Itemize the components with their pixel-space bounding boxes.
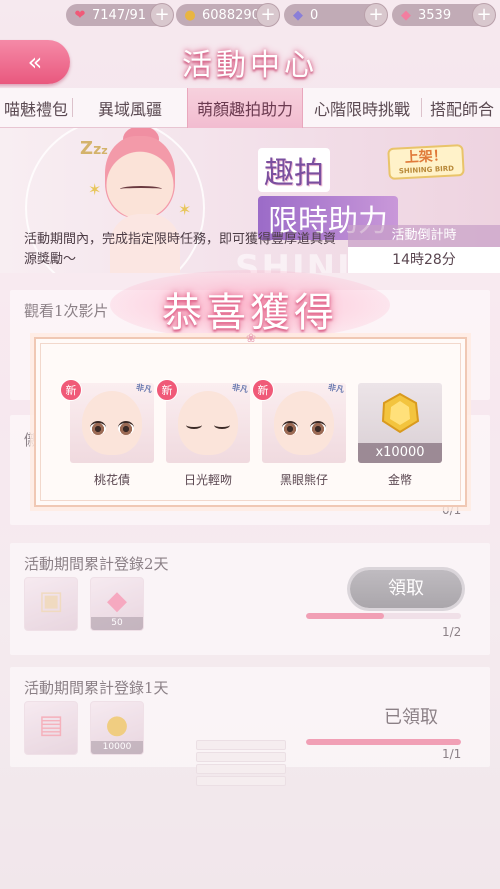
new-badge: 新 — [60, 379, 82, 401]
pink-diamond-icon: ◆ — [401, 7, 411, 23]
banner-description: 活動期間內，完成指定限時任務，即可獲得豐厚道具資源獎勵～ — [24, 232, 337, 267]
add-pink-diamond-button[interactable]: + — [472, 3, 496, 27]
add-diamond-button[interactable]: + — [364, 3, 388, 27]
gold-coin-icon — [381, 392, 420, 434]
eye-icon — [282, 421, 298, 435]
on-sale-label: 上架！ — [404, 147, 448, 167]
reward-card[interactable]: 非凡 新 黑眼熊仔 — [252, 379, 346, 488]
reward-name: 日光輕吻 — [183, 473, 232, 487]
makeup-face-icon — [82, 391, 142, 455]
on-sale-sub: SHINING BIRD — [398, 164, 455, 176]
diamond-icon: ◆ — [293, 7, 303, 23]
eye-icon — [90, 421, 106, 435]
makeup-face-icon — [178, 391, 238, 455]
stamina-resource: ❤ 7147/91 + — [66, 3, 174, 27]
rarity-tag: 非凡 — [327, 383, 345, 395]
new-badge: 新 — [252, 379, 274, 401]
heart-icon: ❤ — [74, 7, 86, 23]
closed-eye-icon — [214, 421, 230, 429]
tab-cute-photo-boost[interactable]: 萌顏趣拍助力 — [187, 88, 303, 128]
sleep-zzz-icon: Zzz — [80, 138, 108, 159]
cat-coin-icon: ● — [184, 7, 196, 23]
reward-heading: 恭喜獲得 — [162, 290, 338, 336]
gold-resource: ● 6088290 + — [176, 3, 280, 27]
add-stamina-button[interactable]: + — [150, 3, 174, 27]
banner-title-line1: 趣拍 — [258, 148, 330, 192]
reward-qty: x10000 — [358, 443, 442, 463]
tab-bar: 喵魅禮包 異域風疆 萌顏趣拍助力 心階限時挑戰 搭配師合 — [0, 88, 500, 128]
closed-eye-icon — [186, 421, 202, 429]
reward-card[interactable]: 非凡 新 桃花債 — [60, 379, 154, 488]
tab-limited-challenge[interactable]: 心階限時挑戰 — [303, 88, 421, 128]
character-eyes — [120, 186, 162, 192]
event-banner: Zzz ✶ ✶ SHINI 趣拍 限時助力 上架！ SHINING BIRD 活… — [0, 128, 500, 273]
rarity-tag: 非凡 — [135, 383, 153, 395]
makeup-face-icon — [274, 391, 334, 455]
on-sale-badge: 上架！ SHINING BIRD — [387, 144, 465, 180]
character-portrait — [105, 136, 175, 218]
reward-thumbnail: 非凡 — [166, 383, 250, 463]
rarity-tag: 非凡 — [231, 383, 249, 395]
reward-thumbnail: 非凡 — [70, 383, 154, 463]
reward-name: 金幣 — [387, 473, 412, 487]
ornament-icon: ❀ — [245, 331, 257, 345]
diamond-value: 0 — [310, 7, 319, 23]
header: « 活動中心 — [0, 30, 500, 88]
reward-name: 桃花債 — [93, 473, 130, 487]
page-title: 活動中心 — [182, 48, 318, 83]
pink-diamond-resource: ◆ 3539 + — [392, 3, 496, 27]
reward-thumbnail: x10000 — [358, 383, 442, 463]
countdown-label: 活動倒計時 — [348, 225, 500, 247]
reward-card[interactable]: x10000 金幣 — [358, 383, 442, 488]
countdown: 活動倒計時 14時28分 — [348, 225, 500, 273]
reward-card[interactable]: 非凡 新 日光輕吻 — [156, 379, 250, 488]
reward-thumbnail: 非凡 — [262, 383, 346, 463]
eye-icon — [310, 421, 326, 435]
stamina-value: 7147/91 — [92, 7, 147, 23]
add-gold-button[interactable]: + — [256, 3, 280, 27]
new-badge: 新 — [156, 379, 178, 401]
tab-exotic-style[interactable]: 異域風疆 — [73, 88, 187, 128]
reward-name: 黑眼熊仔 — [279, 473, 328, 487]
diamond-resource: ◆ 0 + — [284, 3, 388, 27]
tab-meow-gift[interactable]: 喵魅禮包 — [0, 88, 72, 128]
tab-stylist[interactable]: 搭配師合 — [422, 88, 500, 128]
pink-diamond-value: 3539 — [418, 7, 452, 23]
reward-popup: ❀ 非凡 新 桃花債 非凡 新 日光輕吻 非凡 新 黑眼熊仔 x10000 金幣 — [34, 331, 467, 507]
sparkle-icon: ✶ — [178, 200, 192, 219]
sparkle-icon: ✶ — [88, 180, 102, 199]
gold-value: 6088290 — [202, 7, 260, 23]
resource-bar: ❤ 7147/91 + ● 6088290 + ◆ 0 + ◆ 3539 + — [0, 0, 500, 30]
countdown-value: 14時28分 — [348, 247, 500, 273]
eye-icon — [118, 421, 134, 435]
